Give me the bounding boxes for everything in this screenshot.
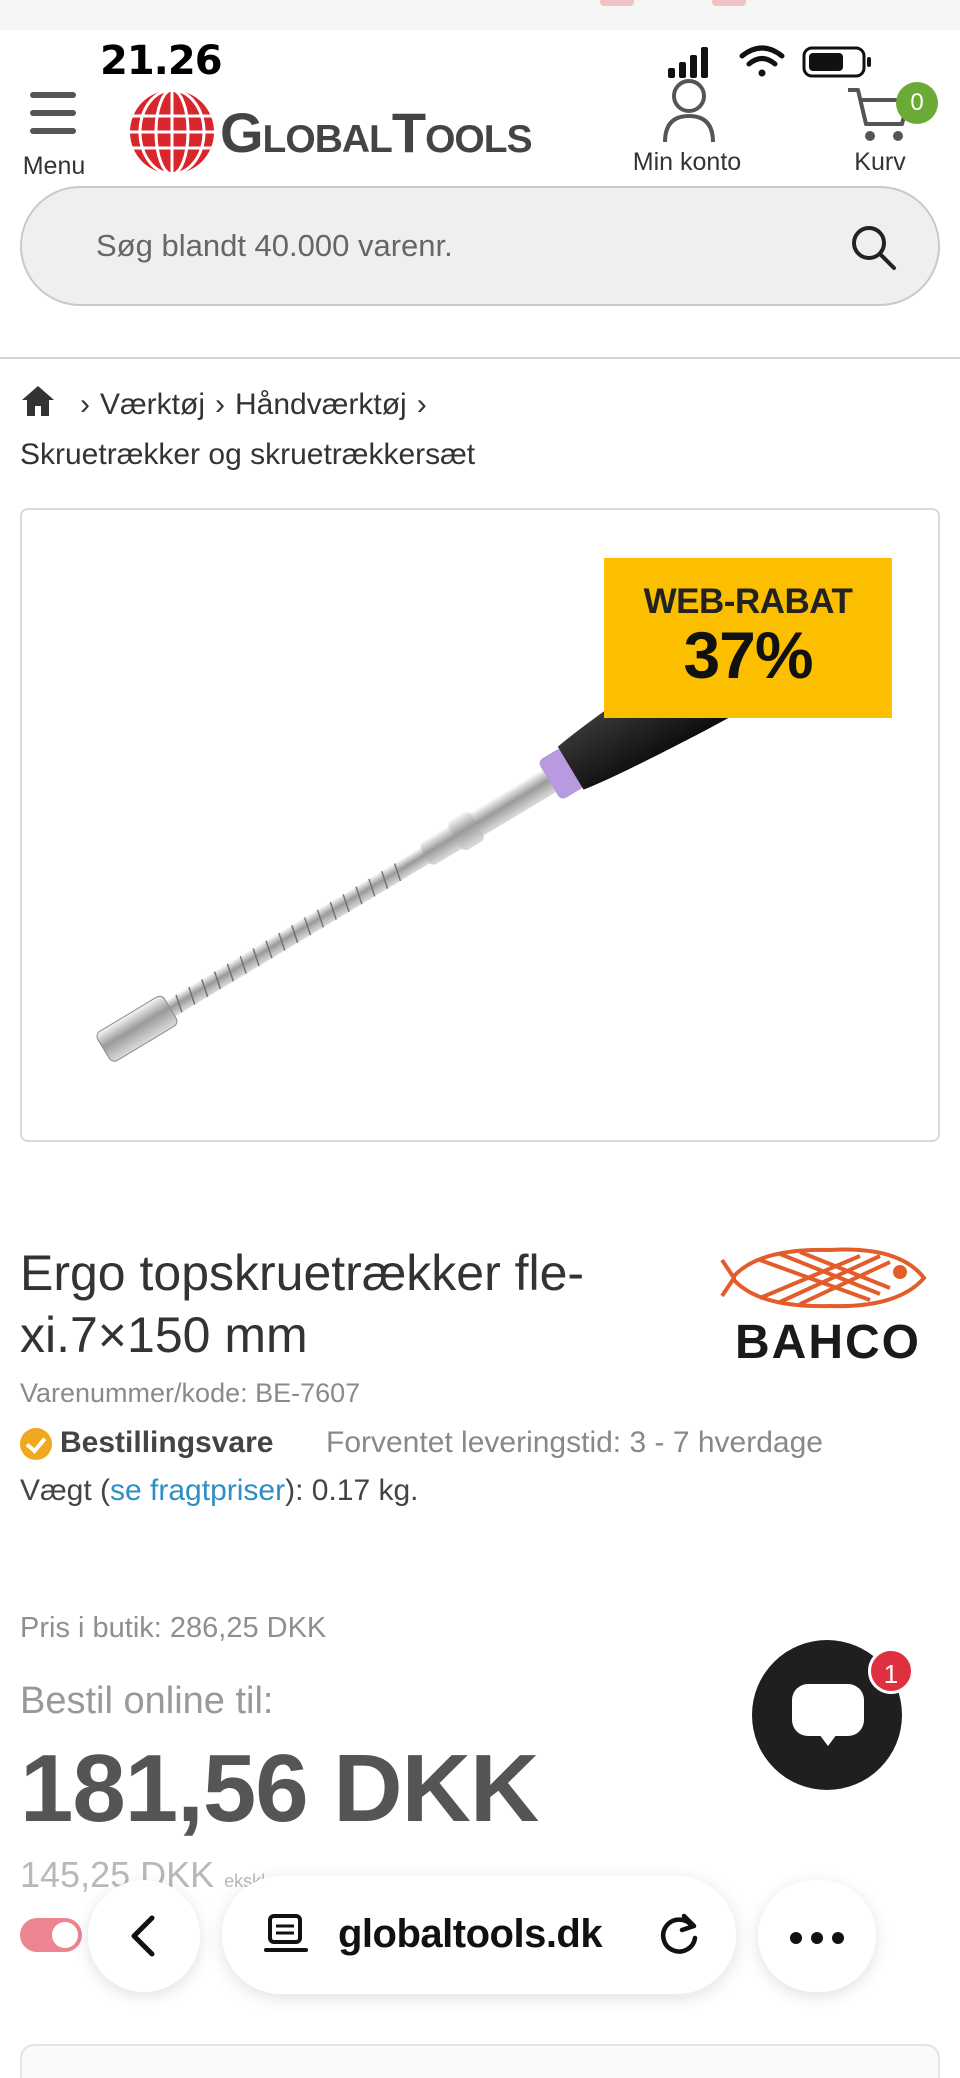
badge-label: WEB-RABAT (643, 582, 853, 621)
bahco-brand-logo[interactable]: BAHCO (720, 1236, 936, 1372)
product-title: Ergo topskruetrækker fle-xi.7×150 mm (20, 1245, 585, 1363)
menu-label: Menu (22, 152, 86, 180)
site-logo[interactable]: GlobalTools (128, 86, 558, 178)
cart-label: Kurv (854, 148, 906, 176)
user-icon (663, 79, 715, 143)
status-icons (668, 45, 871, 78)
store-price: Pris i butik: 286,25 DKK (20, 1612, 327, 1644)
account-button[interactable]: Min konto (622, 78, 752, 178)
browser-back-button[interactable] (88, 1880, 200, 1992)
browser-url-bar[interactable]: globaltools.dk (222, 1876, 736, 1994)
cart-count-badge: 0 (896, 82, 938, 124)
breadcrumb-haandvaerktoej[interactable]: Håndværktøj (235, 388, 407, 421)
account-label: Min konto (632, 148, 742, 176)
logo-wordmark: GlobalTools (220, 101, 533, 164)
product-weight: Vægt (se fragtpriser): 0.17 kg. (20, 1474, 419, 1508)
breadcrumb-skruetraekker[interactable]: Skruetrækker og skruetrækkersæt (20, 438, 475, 471)
delivery-time: Forventet leveringstid: 3 - 7 hverdage (326, 1426, 823, 1459)
vat-toggle[interactable] (20, 1918, 82, 1952)
next-section-card (20, 2044, 940, 2078)
chevron-left-icon (131, 1915, 155, 1957)
home-icon[interactable] (20, 384, 56, 418)
search-bar (20, 186, 940, 306)
globe-logo-icon (130, 88, 214, 176)
header-divider (0, 357, 960, 359)
browser-domain: globaltools.dk (338, 1912, 603, 1956)
reload-icon[interactable] (654, 1910, 704, 1960)
chat-bubble-icon (792, 1684, 864, 1736)
chat-notification-badge: 1 (868, 1648, 914, 1694)
battery-icon (802, 46, 871, 78)
shipping-prices-link[interactable]: se fragtpriser (110, 1474, 285, 1507)
menu-button[interactable]: Menu (18, 86, 90, 180)
breadcrumb-vaerktoej[interactable]: Værktøj (100, 388, 205, 421)
more-dot-icon (790, 1932, 802, 1944)
search-input[interactable] (96, 218, 796, 274)
breadcrumb: › Værktøj › Håndværktøj › Skruetrækker og skr… (20, 380, 940, 480)
check-icon (20, 1428, 52, 1460)
search-icon[interactable] (848, 222, 898, 272)
fish-icon (720, 1247, 927, 1309)
ghost-mark (600, 0, 634, 6)
product-sku: Varenummer/kode: BE-7607 (20, 1378, 361, 1408)
brand-name: BAHCO (735, 1316, 921, 1369)
badge-percent: 37% (683, 618, 813, 692)
stock-status: Bestillingsvare (60, 1426, 274, 1459)
breadcrumb-separator: › (80, 388, 90, 421)
more-dot-icon (811, 1932, 823, 1944)
web-discount-badge: WEB-RABAT 37% (604, 558, 892, 718)
signal-icon (668, 47, 708, 78)
breadcrumb-separator: › (215, 388, 225, 421)
hamburger-icon (30, 92, 76, 134)
weight-value: ): 0.17 kg. (285, 1474, 419, 1507)
more-dot-icon (832, 1932, 844, 1944)
wifi-icon (739, 45, 785, 77)
ghost-mark (712, 0, 746, 6)
status-time: 21.26 (100, 38, 223, 84)
weight-prefix: Vægt ( (20, 1474, 111, 1507)
stock-row: Bestillingsvare Forventet leveringstid: … (20, 1424, 950, 1468)
page-menu-icon[interactable] (264, 1912, 310, 1958)
chat-bubble-tail (816, 1730, 840, 1746)
top-strip (0, 0, 960, 30)
order-online-label: Bestil online til: (20, 1680, 274, 1722)
breadcrumb-separator: › (416, 388, 427, 421)
product-image-frame[interactable]: WEB-RABAT 37% (20, 508, 940, 1142)
online-price: 181,56 DKK (20, 1735, 539, 1842)
cart-button[interactable]: 0 Kurv (840, 78, 938, 178)
browser-more-button[interactable] (758, 1880, 876, 1992)
